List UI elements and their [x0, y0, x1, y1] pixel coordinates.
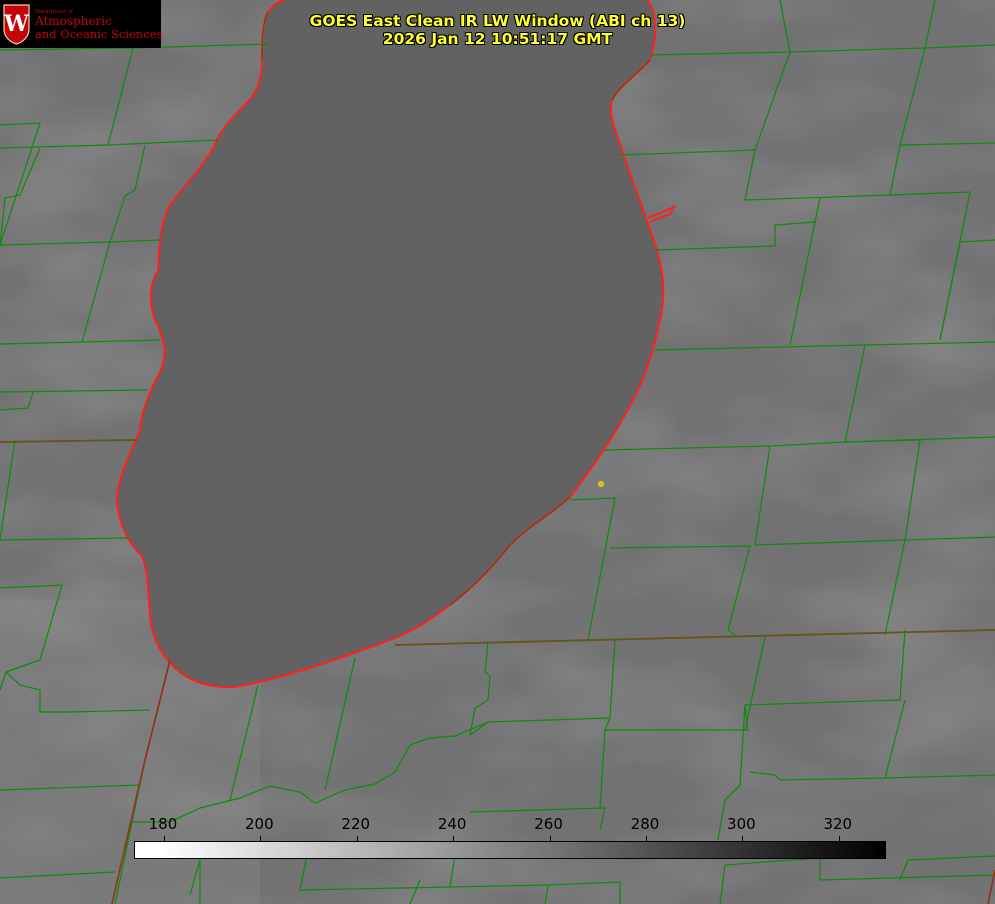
map-canvas — [0, 0, 995, 904]
colorbar-tick-mark — [645, 836, 647, 842]
colorbar-tick-mark — [549, 836, 551, 842]
colorbar — [134, 836, 886, 859]
colorbar-tick-mark — [742, 836, 744, 842]
colorbar-tick-label: 180 — [148, 815, 178, 833]
colorbar-tick-mark — [163, 836, 165, 842]
colorbar-tick-mark — [260, 836, 262, 842]
colorbar-tick-label: 240 — [437, 815, 467, 833]
satellite-image: W Department of Atmospheric and Oceanic … — [0, 0, 995, 904]
colorbar-tick-label: 220 — [341, 815, 371, 833]
colorbar-tick-label: 200 — [245, 815, 274, 833]
colorbar-tick-label: 280 — [630, 815, 660, 833]
station-marker — [597, 480, 605, 488]
image-timestamp: 2026 Jan 12 10:51:17 GMT — [382, 30, 613, 48]
colorbar-tick-mark — [356, 836, 358, 842]
colorbar-tick-mark — [453, 836, 455, 842]
colorbar-tick-label: 320 — [823, 815, 853, 833]
image-title: GOES East Clean IR LW Window (ABI ch 13) — [309, 12, 686, 30]
colorbar-tick-label: 300 — [727, 815, 756, 833]
colorbar-tick-mark — [838, 836, 840, 842]
colorbar-tick-label: 260 — [534, 815, 563, 833]
